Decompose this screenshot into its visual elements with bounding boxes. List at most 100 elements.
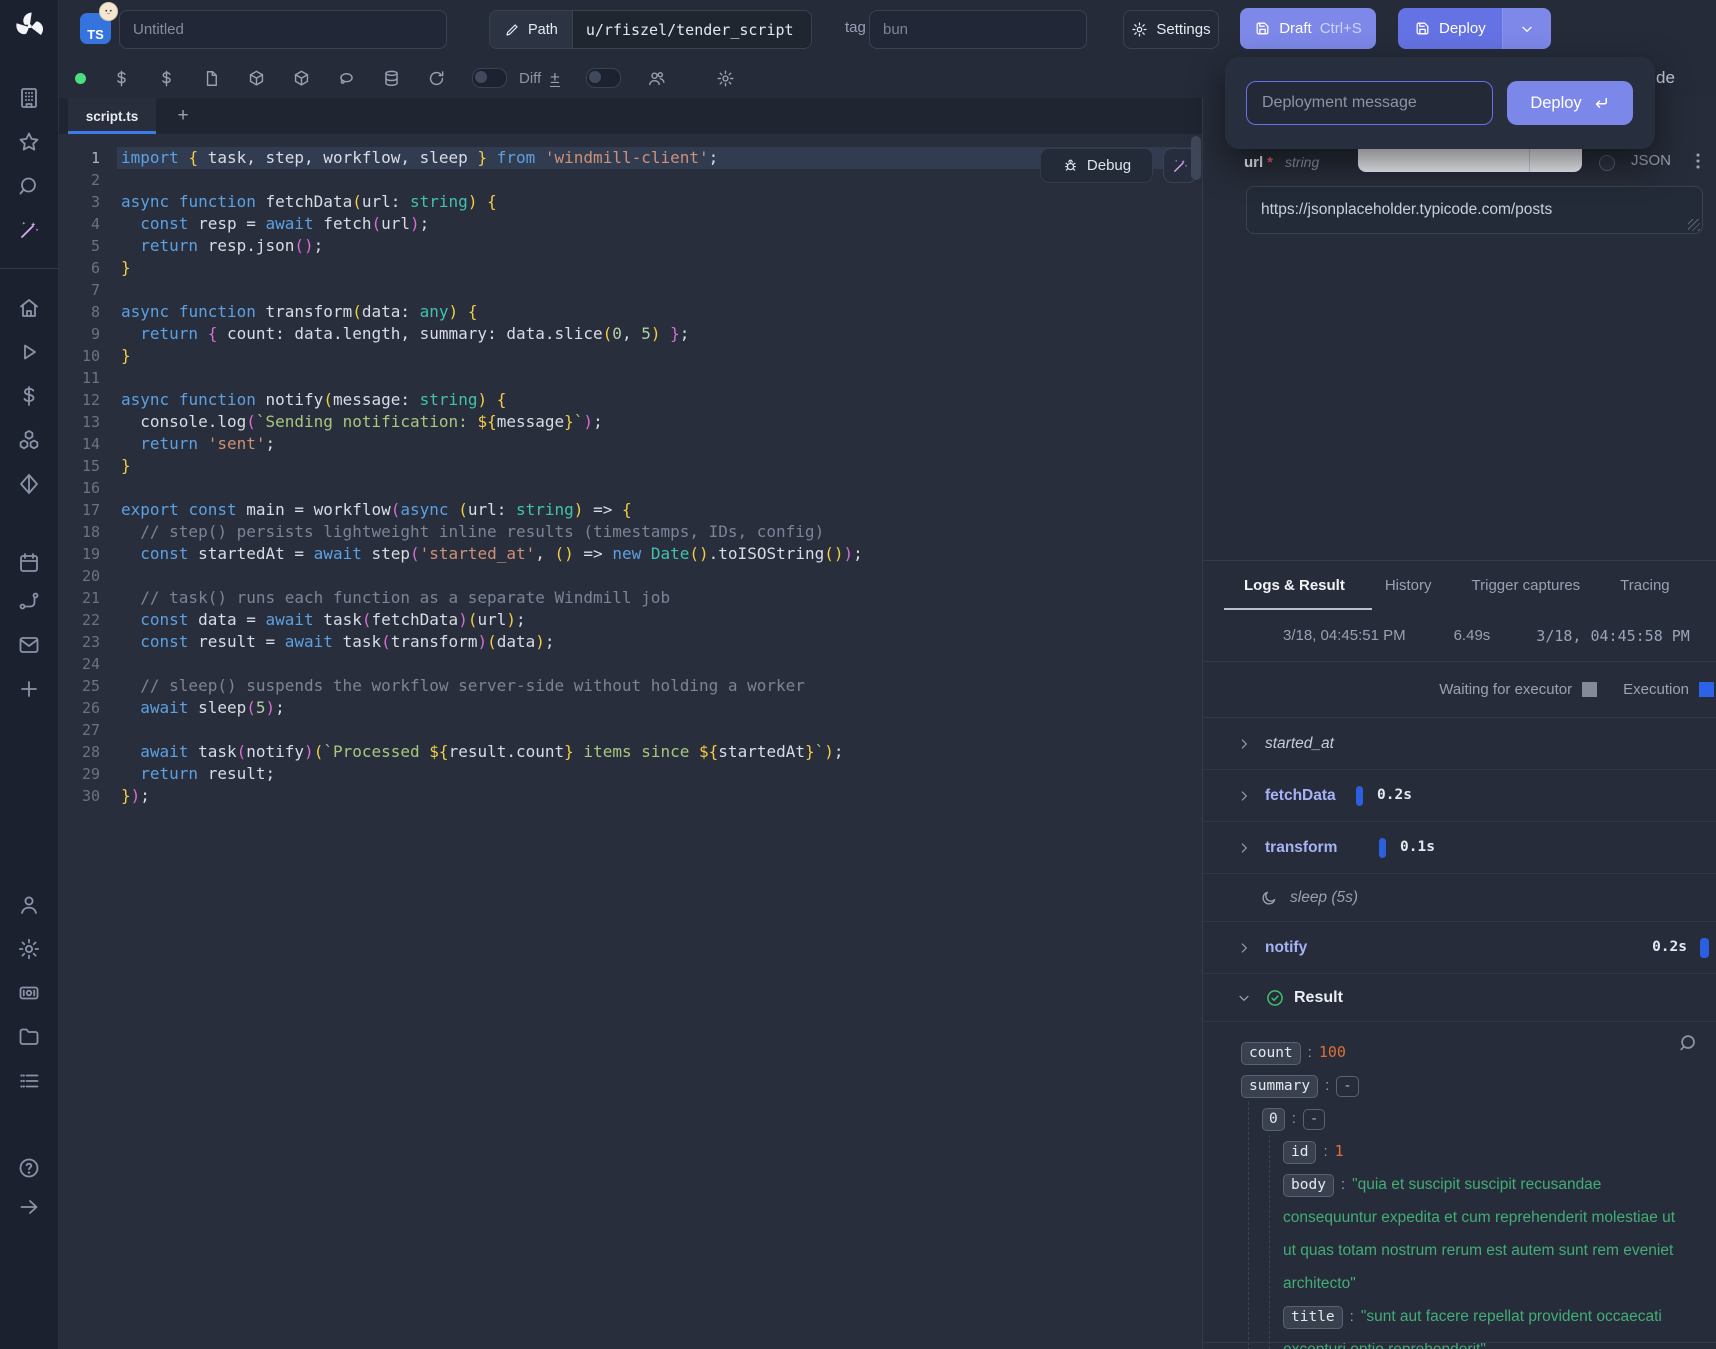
sidebar-calendar-icon[interactable] <box>17 551 41 575</box>
toolbar-database-icon[interactable] <box>382 69 401 88</box>
step-row-transform[interactable]: transform0.1s <box>1203 822 1716 874</box>
url-input[interactable]: https://jsonplaceholder.typicode.com/pos… <box>1246 186 1703 234</box>
line-number: 8 <box>58 301 100 323</box>
step-row-fetchData[interactable]: fetchData0.2s <box>1203 770 1716 822</box>
step-row-started-at[interactable]: started_at <box>1203 718 1716 770</box>
sidebar-arrow-right-icon[interactable] <box>17 1195 41 1219</box>
toolbar-dollar-icon[interactable] <box>112 69 131 88</box>
save-draft-button[interactable]: Draft Ctrl+S <box>1240 8 1376 49</box>
line-number: 16 <box>58 477 100 499</box>
json-key[interactable]: title <box>1283 1306 1343 1329</box>
add-tab-button[interactable]: + <box>170 103 196 129</box>
settings-button[interactable]: Settings <box>1123 10 1219 49</box>
url-field-label: url <box>1244 154 1263 171</box>
json-key[interactable]: id <box>1283 1141 1316 1164</box>
deploy-label: Deploy <box>1439 20 1486 37</box>
sidebar-worker-icon[interactable] <box>17 981 41 1005</box>
diff-toggle[interactable] <box>472 68 507 88</box>
sidebar-star-icon[interactable] <box>17 130 41 154</box>
json-value: 1 <box>1335 1142 1344 1160</box>
sidebar-user-icon[interactable] <box>17 893 41 917</box>
step-row-Result[interactable]: Result <box>1203 974 1716 1022</box>
code-line: const data = await task(fetchData)(url); <box>121 609 863 631</box>
code-line: // sleep() suspends the workflow server-… <box>121 675 863 697</box>
step-row-sleep-5s-[interactable]: sleep (5s) <box>1203 874 1716 922</box>
run-start-time: 3/18, 04:45:51 PM <box>1283 627 1406 644</box>
gear-icon <box>1131 21 1148 38</box>
toolbar-gear-icon[interactable] <box>716 69 735 88</box>
path-value[interactable]: u/rfiszel/tender_script <box>573 11 811 48</box>
line-number: 5 <box>58 235 100 257</box>
code-line: console.log(`Sending notification: ${mes… <box>121 411 863 433</box>
json-key[interactable]: summary <box>1241 1075 1318 1098</box>
sidebar-dollar-icon[interactable] <box>17 384 41 408</box>
execution-legend-swatch <box>1699 682 1714 697</box>
sidebar-route-icon[interactable] <box>17 589 41 613</box>
json-value: 100 <box>1319 1043 1346 1061</box>
line-number: 7 <box>58 279 100 301</box>
edit-path-button[interactable]: Path <box>490 11 573 48</box>
bun-runtime-badge-icon <box>99 2 118 21</box>
sidebar-list-icon[interactable] <box>17 1069 41 1093</box>
windmill-logo-icon[interactable] <box>11 8 47 44</box>
execution-legend-label: Execution <box>1623 681 1689 698</box>
code-line: } <box>121 257 863 279</box>
sidebar-boxes-icon[interactable] <box>17 428 41 452</box>
deployment-message-input[interactable]: Deployment message <box>1246 81 1493 125</box>
code-line <box>121 719 863 741</box>
sidebar-folder-icon[interactable] <box>17 1025 41 1049</box>
code-line: // step() persists lightweight inline re… <box>121 521 863 543</box>
toolbar-refresh-icon[interactable] <box>427 69 446 88</box>
popover-deploy-button[interactable]: Deploy <box>1507 81 1633 125</box>
popover-deploy-label: Deploy <box>1530 94 1581 113</box>
sidebar-wand-icon[interactable] <box>17 218 41 242</box>
sidebar-home-icon[interactable] <box>17 296 41 320</box>
tag-input[interactable]: bun <box>869 10 1087 49</box>
run-tab-logs-result[interactable]: Logs & Result <box>1244 577 1345 594</box>
kebab-menu-icon[interactable] <box>1687 150 1709 174</box>
sidebar-search-icon[interactable] <box>17 174 41 198</box>
run-tab-history[interactable]: History <box>1385 577 1432 594</box>
json-value[interactable]: - <box>1303 1109 1325 1130</box>
search-icon[interactable] <box>1678 1032 1699 1053</box>
script-name-input[interactable]: Untitled <box>119 10 447 49</box>
debug-button[interactable]: Debug <box>1040 148 1153 183</box>
toolbar-dollar-icon[interactable] <box>157 69 176 88</box>
run-tab-trigger-captures[interactable]: Trigger captures <box>1472 577 1581 594</box>
run-tab-tracing[interactable]: Tracing <box>1620 577 1669 594</box>
deploy-button[interactable]: Deploy <box>1398 8 1502 49</box>
deploy-menu-button[interactable] <box>1502 8 1551 49</box>
code-editor[interactable]: 1234567891011121314151617181920212223242… <box>58 134 1202 1349</box>
json-key[interactable]: body <box>1283 1174 1334 1197</box>
toolbar-package-icon[interactable] <box>292 69 311 88</box>
json-toggle[interactable] <box>1599 155 1615 171</box>
code-line: return { count: data.length, summary: da… <box>121 323 863 345</box>
multiplayer-toggle[interactable] <box>586 68 621 88</box>
editor-scrollbar-thumb[interactable] <box>1191 136 1201 180</box>
url-field-header: url * string <box>1244 154 1319 171</box>
sidebar-help-icon[interactable] <box>17 1156 41 1180</box>
plus-minus-icon[interactable]: ± <box>550 69 559 87</box>
code-line: return result; <box>121 763 863 785</box>
json-value[interactable]: - <box>1336 1076 1358 1097</box>
right-panel: JSON url * string https://jsonplaceholde… <box>1202 98 1716 1349</box>
toolbar-lasso-icon[interactable] <box>337 69 356 88</box>
toolbar-file-icon[interactable] <box>202 69 221 88</box>
sidebar-building-icon[interactable] <box>17 86 41 110</box>
code-line: async function transform(data: any) { <box>121 301 863 323</box>
json-key[interactable]: 0 <box>1262 1108 1285 1131</box>
result-label: Result <box>1294 989 1343 1007</box>
sidebar-plus-icon[interactable] <box>17 677 41 701</box>
resize-handle[interactable] <box>1688 219 1700 231</box>
step-row-notify[interactable]: notify0.2s <box>1203 922 1716 974</box>
sidebar-diamond-icon[interactable] <box>17 472 41 496</box>
save-icon <box>1414 20 1431 37</box>
toolbar-package-icon[interactable] <box>247 69 266 88</box>
code-line <box>121 565 863 587</box>
sidebar-mail-icon[interactable] <box>17 633 41 657</box>
tab-script-ts[interactable]: script.ts <box>68 98 156 134</box>
sidebar-play-icon[interactable] <box>17 340 41 364</box>
json-key[interactable]: count <box>1241 1042 1301 1065</box>
toolbar-users-icon[interactable] <box>647 69 666 88</box>
sidebar-gear-icon[interactable] <box>17 937 41 961</box>
